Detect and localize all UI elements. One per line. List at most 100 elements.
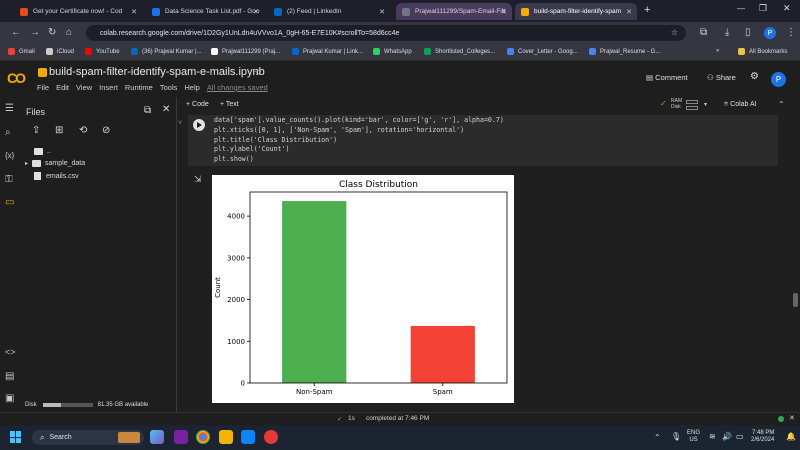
- bookmark-item[interactable]: Cover_Letter - Goog...: [507, 48, 578, 55]
- more-bookmarks-button[interactable]: »: [716, 48, 719, 54]
- browser-tab[interactable]: Get your Certificate now! - Cod ✕: [14, 3, 142, 20]
- maximize-icon[interactable]: ❐: [759, 3, 767, 14]
- new-folder-icon[interactable]: ⊞: [55, 125, 63, 136]
- battery-icon[interactable]: ▭: [736, 432, 744, 441]
- refresh-drive-icon[interactable]: ⟲: [79, 125, 87, 136]
- hide-files-icon[interactable]: ⊘: [102, 125, 110, 136]
- terminal-icon[interactable]: ▣: [5, 393, 14, 404]
- secrets-key-icon[interactable]: ⚿: [5, 174, 13, 185]
- bookmark-item[interactable]: Prajwal Kumar | Link...: [292, 48, 363, 55]
- bookmark-star-icon[interactable]: ☆: [671, 28, 678, 37]
- wifi-icon[interactable]: ≋: [709, 432, 716, 441]
- command-palette-icon[interactable]: ▤: [5, 371, 14, 382]
- close-tab-icon[interactable]: ✕: [253, 8, 259, 16]
- scrollbar-thumb[interactable]: [793, 293, 798, 307]
- new-window-icon[interactable]: ⧉: [144, 105, 151, 116]
- save-status[interactable]: All changes saved: [207, 83, 268, 92]
- teams-icon[interactable]: [174, 430, 188, 444]
- toc-menu-icon[interactable]: ☰: [5, 103, 14, 114]
- upload-file-icon[interactable]: ⇪: [32, 125, 40, 136]
- notifications-icon[interactable]: 🔔: [786, 432, 796, 441]
- code-cell[interactable]: data['spam'].value_counts().plot(kind='b…: [188, 115, 778, 166]
- output-actions-icon[interactable]: ⇲: [194, 174, 202, 185]
- chrome-icon[interactable]: [196, 430, 210, 444]
- profile-avatar[interactable]: P: [764, 27, 776, 39]
- sidepanel-icon[interactable]: ▯: [745, 27, 751, 38]
- add-text-button[interactable]: + Text: [220, 101, 239, 108]
- windows-start-icon[interactable]: [10, 431, 22, 443]
- menu-edit[interactable]: Edit: [56, 83, 69, 92]
- menu-runtime[interactable]: Runtime: [125, 83, 153, 92]
- notebook-title[interactable]: build-spam-filter-identify-spam-e-mails.…: [49, 66, 265, 78]
- edge-icon[interactable]: [241, 430, 255, 444]
- window-close-icon[interactable]: ✕: [783, 3, 791, 14]
- extensions-icon[interactable]: ⧉: [700, 27, 707, 38]
- share-button[interactable]: ⚇ Share: [707, 73, 736, 82]
- file-name: sample_data: [45, 160, 86, 167]
- colab-ai-button[interactable]: ⌾ Colab AI: [724, 101, 757, 109]
- taskbar-search[interactable]: ⌕ Search: [32, 430, 144, 445]
- browser-menu-icon[interactable]: ⋮: [786, 27, 796, 38]
- bookmark-item[interactable]: Shortlisted_Colleges...: [424, 48, 495, 55]
- close-tab-icon[interactable]: ✕: [131, 8, 137, 16]
- comment-button[interactable]: ▤ Comment: [646, 73, 688, 82]
- files-folder-icon[interactable]: ▭: [5, 197, 14, 208]
- menu-file[interactable]: File: [37, 83, 49, 92]
- code-editor[interactable]: data['spam'].value_counts().plot(kind='b…: [214, 116, 504, 165]
- forward-icon[interactable]: →: [30, 27, 40, 38]
- menu-insert[interactable]: Insert: [99, 83, 118, 92]
- bookmark-item[interactable]: Gmail: [8, 48, 35, 55]
- widgets-icon[interactable]: [150, 430, 164, 444]
- download-icon[interactable]: ⤓: [725, 27, 729, 38]
- close-tab-icon[interactable]: ✕: [379, 8, 385, 16]
- close-panel-icon[interactable]: ✕: [162, 104, 170, 115]
- home-icon[interactable]: ⌂: [66, 27, 72, 38]
- menu-view[interactable]: View: [76, 83, 92, 92]
- file-tree-item[interactable]: ▸ sample_data: [25, 160, 85, 167]
- variables-icon[interactable]: {x}: [5, 151, 14, 160]
- add-code-button[interactable]: + Code: [186, 101, 209, 108]
- file-tree-item[interactable]: emails.csv: [34, 172, 79, 180]
- colab-logo[interactable]: CO: [7, 70, 26, 86]
- collapse-icon[interactable]: ⌃: [778, 100, 785, 109]
- bookmark-item[interactable]: YouTube: [85, 48, 120, 55]
- browser-tab[interactable]: Prajwal111299/Spam-Email-Filt ✕: [396, 3, 512, 20]
- apple-icon: [46, 48, 53, 55]
- app-icon[interactable]: [264, 430, 278, 444]
- run-cell-button[interactable]: [193, 119, 205, 131]
- bookmark-item[interactable]: WhatsApp: [373, 48, 412, 55]
- address-bar[interactable]: colab.research.google.com/drive/1D2Gy1Un…: [86, 25, 686, 41]
- bookmark-item[interactable]: Prajwal111299 (Praj...: [211, 48, 280, 55]
- resources-indicator[interactable]: RAM Disk: [671, 98, 682, 110]
- bookmark-item[interactable]: iCloud: [46, 48, 74, 55]
- avatar[interactable]: P: [771, 72, 786, 87]
- file-explorer-icon[interactable]: [219, 430, 233, 444]
- all-bookmarks-button[interactable]: All Bookmarks: [738, 48, 787, 55]
- clock[interactable]: 7:48 PM 2/6/2024: [751, 430, 774, 444]
- reload-icon[interactable]: ↻: [48, 27, 56, 38]
- browser-tab[interactable]: (2) Feed | LinkedIn ✕: [268, 3, 390, 20]
- chevron-right-icon[interactable]: ▸: [25, 160, 28, 167]
- runtime-dropdown-icon[interactable]: ▾: [704, 101, 707, 108]
- browser-tab-active[interactable]: build-spam-filter-identify-spam ✕: [515, 3, 637, 20]
- menu-tools[interactable]: Tools: [160, 83, 178, 92]
- new-tab-button[interactable]: +: [644, 4, 650, 16]
- search-icon[interactable]: ⌕: [5, 127, 11, 138]
- menu-help[interactable]: Help: [184, 83, 199, 92]
- close-tab-icon[interactable]: ✕: [501, 8, 507, 16]
- minimize-icon[interactable]: —: [737, 4, 745, 13]
- tray-chevron-icon[interactable]: ⌃: [654, 433, 661, 442]
- volume-icon[interactable]: 🔊: [722, 432, 732, 441]
- language-indicator[interactable]: ENG US: [687, 430, 700, 444]
- star-icon[interactable]: ☆: [254, 67, 262, 78]
- code-snippets-icon[interactable]: <>: [5, 347, 16, 357]
- settings-gear-icon[interactable]: ⚙: [750, 71, 759, 82]
- close-tab-icon[interactable]: ✕: [626, 8, 632, 16]
- browser-tab[interactable]: Data Science Task List.pdf - Goo ✕: [146, 3, 264, 20]
- bookmark-item[interactable]: (36) Prajwal Kumar |...: [131, 48, 202, 55]
- parent-folder-item[interactable]: ..: [34, 148, 51, 155]
- close-status-icon[interactable]: ✕: [789, 414, 795, 422]
- bookmark-item[interactable]: Prajwal_Resume - G...: [589, 48, 660, 55]
- back-icon[interactable]: ←: [11, 27, 21, 38]
- mic-icon[interactable]: 🎙: [671, 432, 681, 441]
